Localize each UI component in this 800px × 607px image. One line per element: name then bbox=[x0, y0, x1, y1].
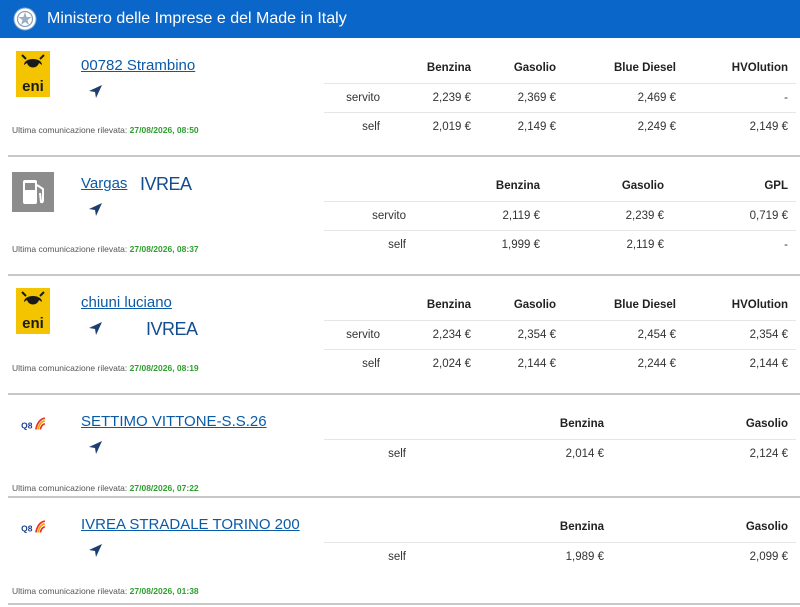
station-name-link[interactable]: IVREA STRADALE TORINO 200 bbox=[81, 516, 300, 533]
fuel-header: Benzina bbox=[426, 61, 471, 74]
last-update: Ultima comunicazione rilevata: 27/08/202… bbox=[12, 125, 199, 135]
fuel-header: HVOlution bbox=[731, 298, 788, 311]
top-bar: Ministero delle Imprese e del Made in It… bbox=[0, 0, 800, 38]
brand-text: IVREA bbox=[140, 174, 192, 194]
price-cell: 2,239 € bbox=[548, 200, 672, 230]
station-name-link[interactable]: Vargas bbox=[81, 175, 127, 192]
station-name-link[interactable]: chiuni luciano bbox=[81, 294, 172, 311]
q8-logo: Q8 bbox=[21, 417, 46, 430]
navigate-icon[interactable] bbox=[87, 440, 103, 456]
price-cell: 1,989 € bbox=[420, 541, 612, 571]
svg-text:Q8: Q8 bbox=[21, 420, 33, 430]
price-cell: 2,124 € bbox=[612, 438, 796, 468]
fuel-header: Benzina bbox=[426, 298, 471, 311]
navigate-icon[interactable] bbox=[87, 202, 103, 218]
price-cell: 2,244 € bbox=[564, 348, 684, 378]
price-row: servito 2,119 € 2,239 € 0,719 € bbox=[324, 200, 796, 230]
price-cell: 2,144 € bbox=[479, 348, 564, 378]
service-type: self bbox=[324, 229, 420, 259]
price-cell: - bbox=[672, 229, 796, 259]
station-card: Q8 IVREA STRADALE TORINO 200 Ultima comu… bbox=[8, 498, 800, 603]
price-table: Benzina Gasolio self 2,014 € 2,124 € bbox=[324, 409, 796, 468]
page-title: Ministero delle Imprese e del Made in It… bbox=[47, 10, 347, 27]
last-update: Ultima comunicazione rilevata: 27/08/202… bbox=[12, 363, 199, 373]
price-cell: 2,149 € bbox=[479, 111, 564, 141]
price-cell: 0,719 € bbox=[672, 200, 796, 230]
price-cell: 2,249 € bbox=[564, 111, 684, 141]
q8-logo: Q8 bbox=[21, 520, 46, 533]
last-update: Ultima comunicazione rilevata: 27/08/202… bbox=[12, 244, 199, 254]
eni-logo: eni bbox=[16, 51, 50, 97]
price-cell: 2,014 € bbox=[420, 438, 612, 468]
svg-text:Q8: Q8 bbox=[21, 523, 33, 533]
price-cell: 2,239 € bbox=[394, 82, 479, 112]
eni-logo: eni bbox=[16, 288, 50, 334]
price-table: Benzina Gasolio Blue Diesel HVOlution se… bbox=[324, 53, 796, 141]
price-row: self 2,019 € 2,149 € 2,249 € 2,149 € bbox=[324, 111, 796, 141]
fuel-header: Gasolio bbox=[621, 179, 664, 192]
price-cell: 2,234 € bbox=[394, 319, 479, 349]
last-update: Ultima comunicazione rilevata: 27/08/202… bbox=[12, 483, 199, 493]
price-cell: 2,119 € bbox=[420, 200, 548, 230]
brand-text: IVREA bbox=[146, 319, 198, 339]
fuel-header: Gasolio bbox=[513, 298, 556, 311]
service-type: servito bbox=[324, 82, 394, 112]
station-name-link[interactable]: 00782 Strambino bbox=[81, 57, 195, 74]
station-card: Vargas IVREA Ultima comunicazione rileva… bbox=[8, 157, 800, 274]
price-cell: - bbox=[684, 82, 796, 112]
service-type: servito bbox=[324, 200, 420, 230]
fuel-header: Gasolio bbox=[745, 520, 788, 533]
price-row: self 2,014 € 2,124 € bbox=[324, 438, 796, 468]
price-table: Benzina Gasolio self 1,989 € 2,099 € bbox=[324, 512, 796, 571]
price-cell: 2,024 € bbox=[394, 348, 479, 378]
svg-text:eni: eni bbox=[22, 78, 44, 95]
price-row: self 1,999 € 2,119 € - bbox=[324, 229, 796, 259]
navigate-icon[interactable] bbox=[87, 543, 103, 559]
price-cell: 1,999 € bbox=[420, 229, 548, 259]
price-cell: 2,019 € bbox=[394, 111, 479, 141]
service-type: self bbox=[324, 438, 420, 468]
price-table: Benzina Gasolio Blue Diesel HVOlution se… bbox=[324, 290, 796, 378]
price-cell: 2,454 € bbox=[564, 319, 684, 349]
station-card: Q8 SETTIMO VITTONE-S.S.26 Ultima comunic… bbox=[8, 395, 800, 496]
station-name-link[interactable]: SETTIMO VITTONE-S.S.26 bbox=[81, 413, 267, 430]
price-row: servito 2,234 € 2,354 € 2,454 € 2,354 € bbox=[324, 319, 796, 349]
price-row: servito 2,239 € 2,369 € 2,469 € - bbox=[324, 82, 796, 112]
svg-text:eni: eni bbox=[22, 315, 44, 332]
divider bbox=[8, 603, 800, 605]
price-cell: 2,369 € bbox=[479, 82, 564, 112]
service-type: self bbox=[324, 348, 394, 378]
price-row: self 2,024 € 2,144 € 2,244 € 2,144 € bbox=[324, 348, 796, 378]
fuel-header: Gasolio bbox=[745, 417, 788, 430]
fuel-header: Benzina bbox=[559, 417, 604, 430]
fuel-header: HVOlution bbox=[731, 61, 788, 74]
fuel-header: Blue Diesel bbox=[614, 298, 676, 311]
fuel-header: GPL bbox=[764, 179, 788, 192]
station-card: eni chiuni luciano IVREA Ultima comunica… bbox=[8, 276, 800, 393]
navigate-icon[interactable] bbox=[87, 84, 103, 100]
price-row: self 1,989 € 2,099 € bbox=[324, 541, 796, 571]
service-type: servito bbox=[324, 319, 394, 349]
price-cell: 2,354 € bbox=[479, 319, 564, 349]
fuel-pump-icon bbox=[12, 172, 54, 212]
fuel-header: Benzina bbox=[495, 179, 540, 192]
republic-emblem-icon bbox=[13, 7, 37, 31]
price-cell: 2,099 € bbox=[612, 541, 796, 571]
fuel-header: Benzina bbox=[559, 520, 604, 533]
price-cell: 2,149 € bbox=[684, 111, 796, 141]
last-update: Ultima comunicazione rilevata: 27/08/202… bbox=[12, 586, 199, 596]
station-card: eni 00782 Strambino Ultima comunicazione… bbox=[8, 39, 800, 155]
service-type: self bbox=[324, 111, 394, 141]
price-cell: 2,119 € bbox=[548, 229, 672, 259]
fuel-header: Blue Diesel bbox=[614, 61, 676, 74]
price-cell: 2,144 € bbox=[684, 348, 796, 378]
price-cell: 2,469 € bbox=[564, 82, 684, 112]
fuel-header: Gasolio bbox=[513, 61, 556, 74]
price-table: Benzina Gasolio GPL servito 2,119 € 2,23… bbox=[324, 171, 796, 259]
price-cell: 2,354 € bbox=[684, 319, 796, 349]
navigate-icon[interactable] bbox=[87, 321, 103, 337]
service-type: self bbox=[324, 541, 420, 571]
